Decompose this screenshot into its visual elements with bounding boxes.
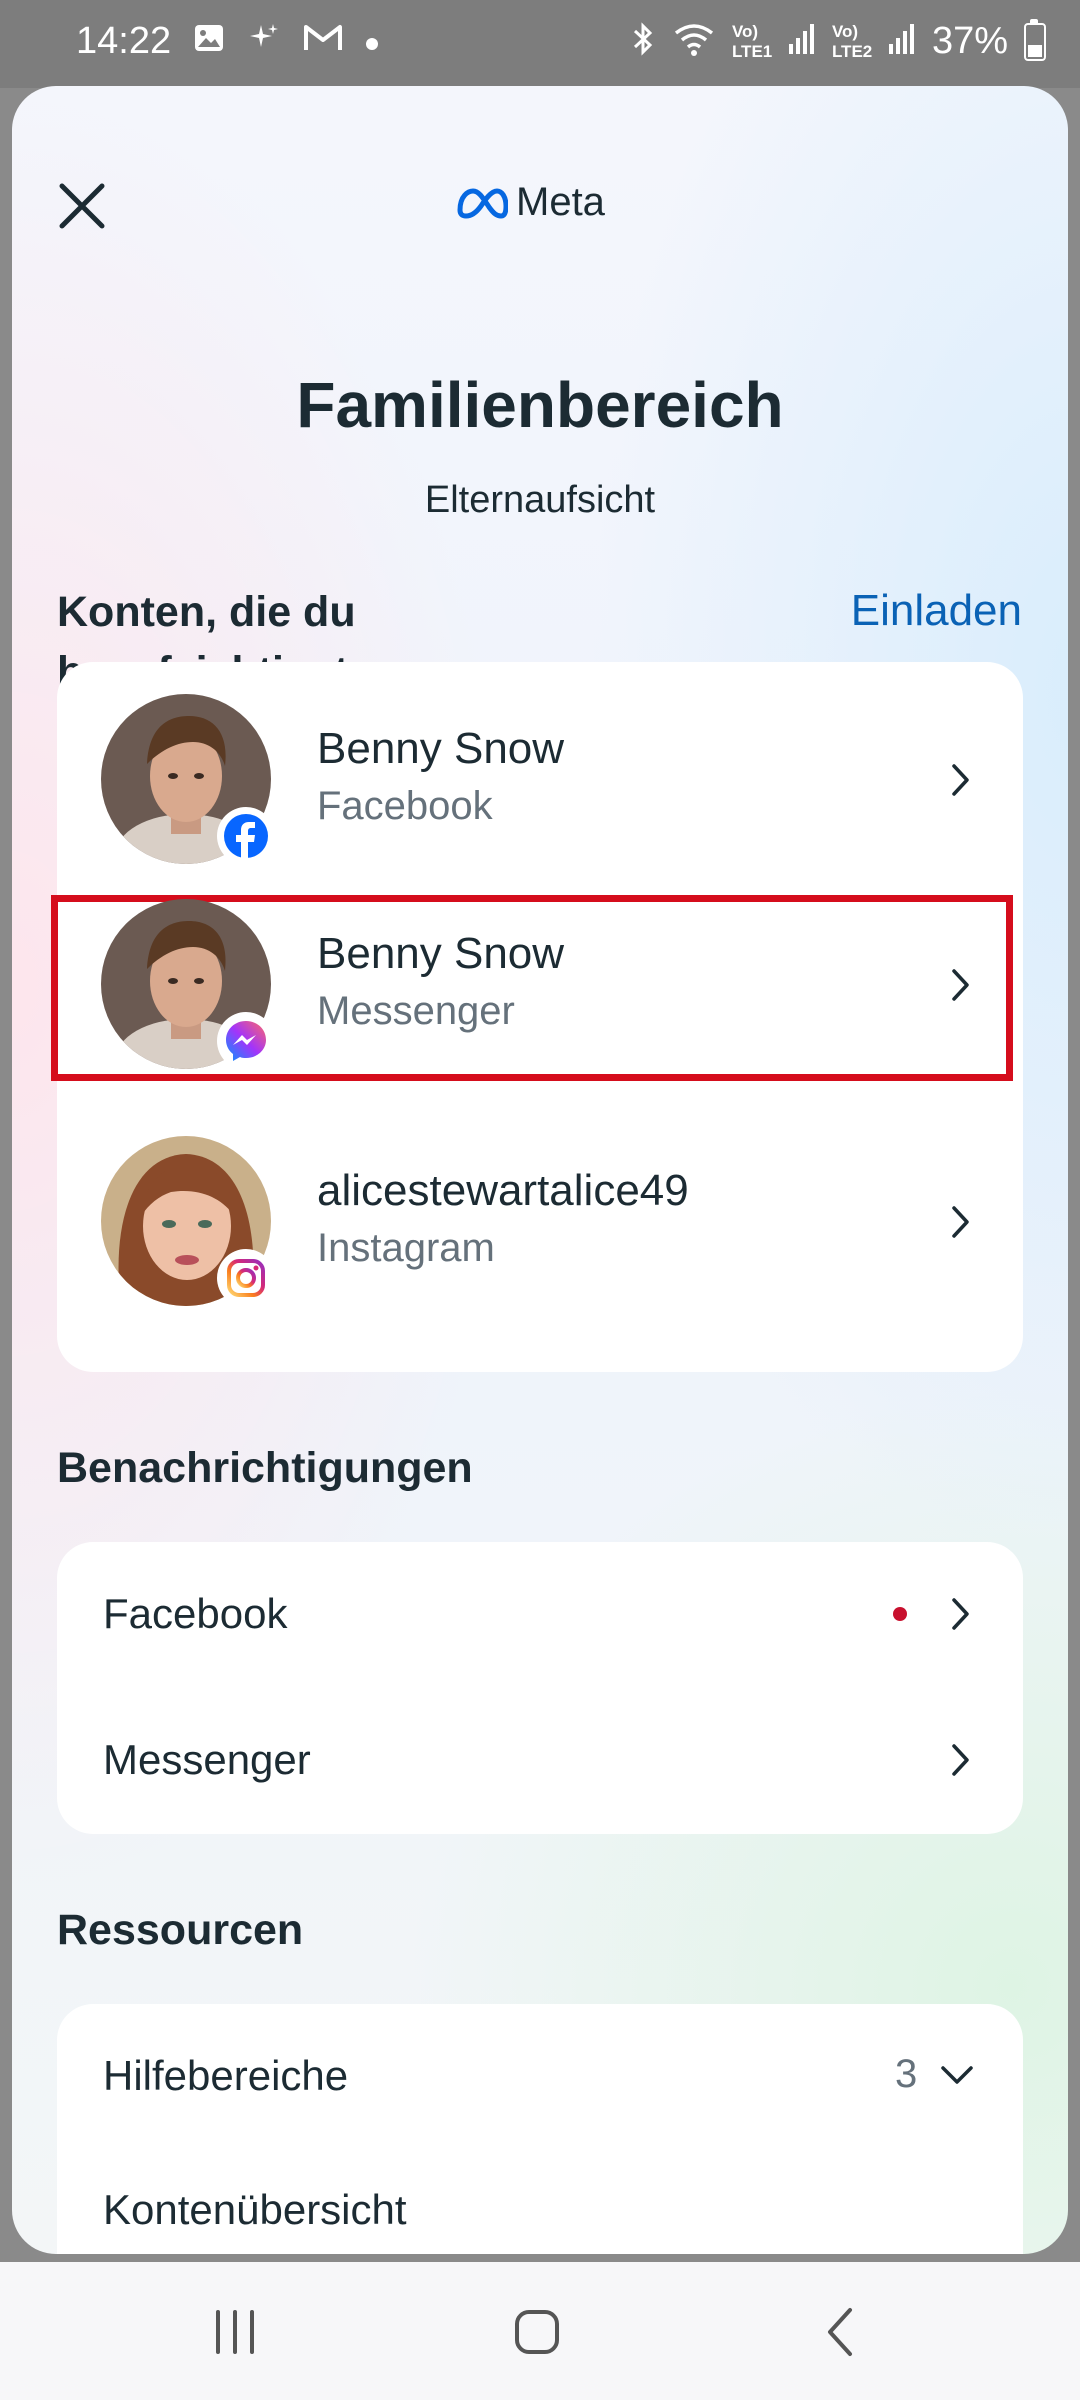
row-label: Facebook xyxy=(103,1590,288,1637)
account-name: alicestewartalice49 xyxy=(317,1166,689,1215)
row-label: Messenger xyxy=(103,1736,311,1783)
notifications-heading: Benachrichtigungen xyxy=(57,1444,473,1492)
status-time: 14:22 xyxy=(76,20,172,62)
meta-infinity-icon xyxy=(457,187,508,219)
messenger-icon xyxy=(226,1021,266,1061)
account-app: Facebook xyxy=(317,784,493,828)
meta-brand-text: Meta xyxy=(516,180,605,224)
status-left: 14:22 xyxy=(76,20,379,63)
resources-card: Hilfebereiche 3 Kontenübersicht xyxy=(57,2004,1023,2254)
back-button[interactable] xyxy=(806,2302,876,2362)
resources-heading: Ressourcen xyxy=(57,1906,304,1954)
close-icon xyxy=(59,183,105,229)
supervised-accounts-card: Benny Snow Facebook Benny Snow Messenger… xyxy=(51,662,1023,1372)
chevron-right-icon xyxy=(952,1744,969,1776)
row-label: Kontenübersicht xyxy=(103,2186,407,2233)
recent-apps-button[interactable] xyxy=(200,2302,270,2362)
home-button[interactable] xyxy=(502,2302,572,2362)
gmail-icon xyxy=(303,23,343,61)
gallery-icon xyxy=(193,22,225,62)
notification-row-facebook[interactable]: Facebook xyxy=(57,1542,1023,1688)
close-button[interactable] xyxy=(50,174,114,238)
bluetooth-icon xyxy=(630,21,656,62)
status-right: Vo) LTE1 Vo) LTE2 37% xyxy=(630,18,1046,63)
home-icon xyxy=(515,2310,559,2354)
chevron-down-icon xyxy=(941,2066,973,2084)
dot-icon xyxy=(365,25,379,59)
chevron-right-icon xyxy=(952,1598,969,1630)
account-name: Benny Snow xyxy=(317,929,565,978)
sim1-label: Vo) LTE1 xyxy=(731,21,773,61)
messenger-badge xyxy=(217,1012,275,1070)
notification-row-messenger[interactable]: Messenger xyxy=(57,1688,1023,1834)
instagram-badge xyxy=(217,1249,275,1307)
system-nav-bar xyxy=(0,2262,1080,2400)
sim2-label: Vo) LTE2 xyxy=(831,21,873,61)
status-bar: 14:22 Vo) LTE1 Vo) LTE2 37% xyxy=(0,0,1080,88)
chevron-right-icon xyxy=(952,969,969,1001)
battery-percent: 37% xyxy=(931,20,1008,62)
family-center-sheet: Meta Familienbereich Elternaufsicht Kont… xyxy=(12,86,1068,2254)
signal-icon xyxy=(888,22,916,61)
resource-row-account-overview[interactable]: Kontenübersicht xyxy=(57,2138,1023,2254)
page-title: Familienbereich xyxy=(296,369,784,441)
page-subtitle: Elternaufsicht xyxy=(424,479,656,521)
account-name: Benny Snow xyxy=(317,724,565,773)
account-app: Messenger xyxy=(317,989,515,1033)
invite-link[interactable]: Einladen xyxy=(851,586,1022,636)
chevron-right-icon xyxy=(952,764,969,796)
item-count: 3 xyxy=(895,2052,918,2096)
meta-logo: Meta xyxy=(454,180,605,225)
heading-line-1: Konten, die du xyxy=(57,588,356,636)
account-row-benny-facebook[interactable]: Benny Snow Facebook xyxy=(57,662,1023,898)
account-app: Instagram xyxy=(317,1226,495,1270)
signal-icon xyxy=(788,22,816,61)
recent-apps-icon xyxy=(216,2310,254,2354)
resource-row-help-areas[interactable]: Hilfebereiche 3 xyxy=(57,2004,1023,2150)
battery-icon xyxy=(1024,18,1046,61)
wifi-icon xyxy=(672,21,716,62)
facebook-badge xyxy=(217,807,275,865)
account-row-benny-messenger[interactable]: Benny Snow Messenger xyxy=(51,895,1023,1135)
row-label: Hilfebereiche xyxy=(103,2052,349,2099)
facebook-icon xyxy=(224,814,268,859)
instagram-icon xyxy=(227,1259,265,1297)
unread-dot xyxy=(893,1607,907,1621)
account-row-alice-instagram[interactable]: alicestewartalice49 Instagram xyxy=(57,1136,1023,1372)
chevron-right-icon xyxy=(952,1206,969,1238)
back-icon xyxy=(828,2308,852,2356)
sparkle-icon xyxy=(247,21,281,63)
notifications-card: Facebook Messenger xyxy=(57,1542,1023,1834)
